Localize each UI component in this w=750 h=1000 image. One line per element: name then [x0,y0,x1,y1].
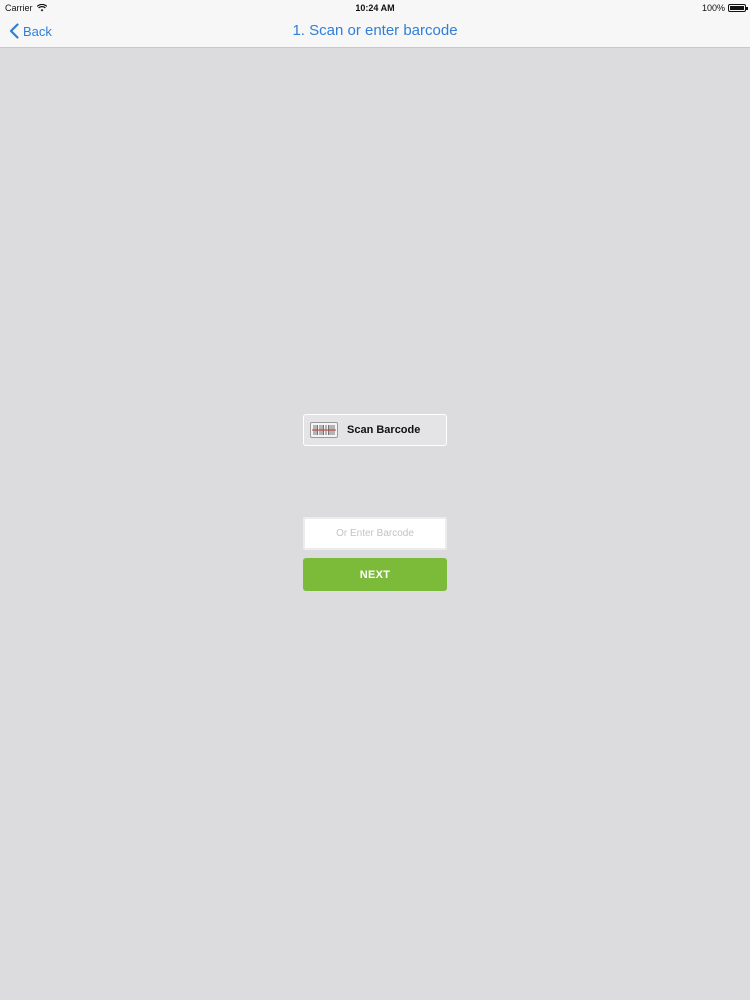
navigation-bar: Back 1. Scan or enter barcode [0,16,750,48]
scan-barcode-button[interactable]: Scan Barcode [303,414,447,446]
battery-percent: 100% [701,3,725,13]
status-time: 10:24 AM [355,3,395,13]
battery-icon [728,4,748,12]
status-bar: Carrier 10:24 AM 100% [0,0,750,16]
page-title: 1. Scan or enter barcode [292,22,458,39]
barcode-input[interactable] [303,517,447,550]
next-button[interactable]: NEXT [303,558,447,591]
scan-barcode-label: Scan Barcode [347,424,421,436]
status-battery: 100% [701,3,748,13]
barcode-icon [310,422,338,438]
